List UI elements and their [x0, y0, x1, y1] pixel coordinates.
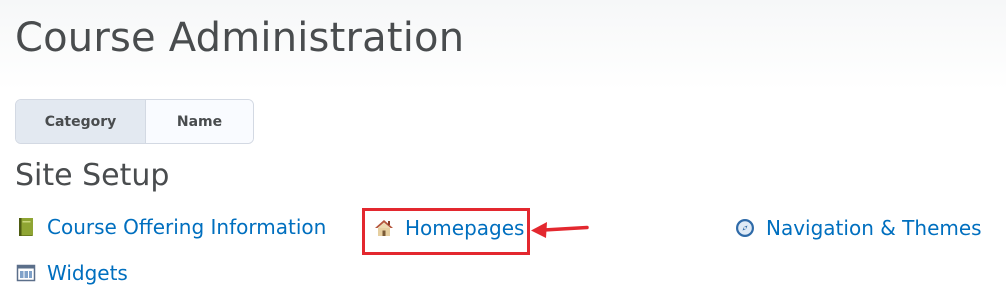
- annotation-arrow-icon: [531, 222, 589, 238]
- homepages-link[interactable]: Homepages: [374, 216, 524, 240]
- name-view-button[interactable]: Name: [146, 100, 253, 143]
- widgets-link[interactable]: Widgets: [16, 261, 128, 285]
- course-offering-information-label: Course Offering Information: [47, 215, 327, 239]
- view-toggle: Category Name: [15, 99, 254, 144]
- homepages-label: Homepages: [405, 216, 525, 240]
- navigation-and-themes-label: Navigation & Themes: [766, 216, 982, 240]
- navigation-and-themes-link[interactable]: Navigation & Themes: [735, 216, 982, 240]
- home-icon: [374, 218, 394, 238]
- book-icon: [16, 217, 36, 237]
- page-title: Course Administration: [15, 15, 465, 61]
- widgets-label: Widgets: [47, 261, 128, 285]
- compass-icon: [735, 218, 755, 238]
- widgets-icon: [16, 263, 36, 283]
- category-view-button[interactable]: Category: [16, 100, 146, 143]
- section-heading-site-setup: Site Setup: [15, 158, 170, 193]
- course-offering-information-link[interactable]: Course Offering Information: [16, 215, 326, 239]
